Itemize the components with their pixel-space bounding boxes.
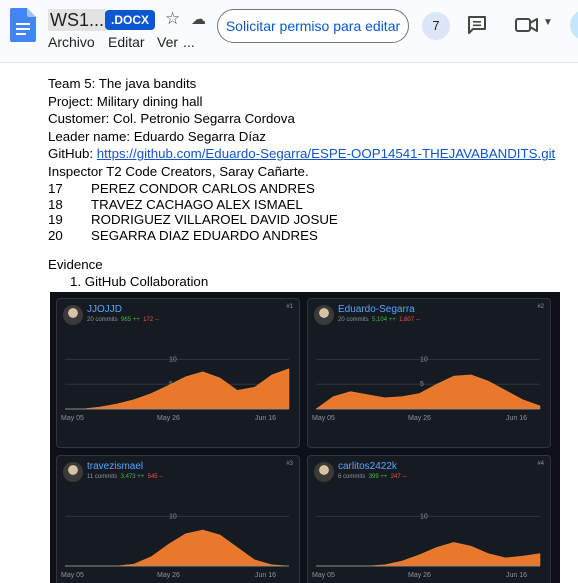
contribution-area bbox=[65, 529, 290, 567]
x-tick-label: May 26 bbox=[408, 572, 431, 579]
x-tick-label: May 05 bbox=[312, 572, 335, 579]
customer-line: Customer: Col. Petronio Segarra Cordova bbox=[48, 111, 295, 126]
menu-editar[interactable]: Editar bbox=[108, 34, 145, 50]
project-line: Project: Military dining hall bbox=[48, 94, 203, 109]
contribution-area bbox=[65, 368, 290, 410]
contributor-card: Eduardo-Segarra 20 commits 5,104 ++ 1,60… bbox=[307, 298, 551, 448]
contribution-chart: 105May 05May 26Jun 16 bbox=[61, 356, 290, 422]
x-tick-label: Jun 16 bbox=[255, 415, 276, 422]
github-contributors-image: JJOJJD 20 commits 965 ++ 172 -- #1 10 5 Ma… bbox=[50, 292, 560, 583]
y-tick-label: 10 bbox=[420, 356, 428, 363]
y-tick-label: 5 bbox=[420, 381, 424, 388]
contributor-stats: 11 commits 3,473 ++ 545 -- bbox=[87, 474, 164, 480]
leader-line: Leader name: Eduardo Segarra Díaz bbox=[48, 129, 267, 144]
contributor-rank: #1 bbox=[286, 304, 293, 310]
y-tick-label: 10 bbox=[169, 356, 177, 363]
contributor-username[interactable]: carlitos2422k bbox=[338, 461, 397, 472]
x-tick-label: Jun 16 bbox=[255, 572, 276, 579]
contributor-card: carlitos2422k 6 commits 399 ++ 247 -- #4… bbox=[307, 455, 551, 583]
contributor-avatar bbox=[63, 462, 83, 482]
github-label: GitHub: bbox=[48, 146, 97, 161]
x-tick-label: May 26 bbox=[408, 415, 431, 422]
contributor-rank: #2 bbox=[537, 304, 544, 310]
contribution-chart: 10 5 May 05 May 26 Jun 16 bbox=[312, 356, 541, 422]
x-tick-label: Jun 16 bbox=[506, 572, 527, 579]
contributor-avatar bbox=[314, 305, 334, 325]
comment-icon[interactable] bbox=[467, 15, 487, 35]
request-edit-permission-button[interactable]: Solicitar permiso para editar bbox=[217, 9, 409, 43]
inspector-line: Inspector T2 Code Creators, Saray Cañart… bbox=[48, 164, 309, 179]
member-row: 20 SEGARRA DIAZ EDUARDO ANDRES bbox=[48, 227, 318, 244]
evidence-heading: Evidence bbox=[48, 257, 103, 272]
contributor-rank: #3 bbox=[286, 461, 293, 467]
x-tick-label: May 26 bbox=[157, 572, 180, 579]
viewer-count-badge[interactable]: 7 bbox=[422, 12, 450, 40]
x-tick-label: May 26 bbox=[157, 415, 180, 422]
cloud-status-icon[interactable]: ☁ bbox=[191, 10, 206, 28]
github-line: GitHub: https://github.com/Eduardo-Segar… bbox=[48, 145, 555, 162]
contributor-card: JJOJJD 20 commits 965 ++ 172 -- #1 105Ma… bbox=[56, 298, 300, 448]
contributor-username[interactable]: JJOJJD bbox=[87, 304, 122, 315]
contributor-rank: #4 bbox=[537, 461, 544, 467]
x-tick-label: May 05 bbox=[61, 415, 84, 422]
y-tick-label: 10 bbox=[420, 513, 428, 520]
menu-ver[interactable]: Ver bbox=[157, 34, 178, 50]
x-tick-label: May 05 bbox=[61, 572, 84, 579]
contributor-stats: 20 commits 965 ++ 172 -- bbox=[87, 317, 159, 323]
account-avatar[interactable] bbox=[570, 10, 578, 40]
member-number: 20 bbox=[48, 228, 63, 243]
google-docs-icon[interactable] bbox=[10, 8, 36, 42]
member-name: PEREZ CONDOR CARLOS ANDRES bbox=[91, 181, 315, 196]
contributor-username[interactable]: travezismael bbox=[87, 461, 143, 472]
member-row: 19 RODRIGUEZ VILLAROEL DAVID JOSUE bbox=[48, 211, 338, 228]
contributor-stats: 20 commits 5,104 ++ 1,607 -- bbox=[338, 317, 420, 323]
github-link[interactable]: https://github.com/Eduardo-Segarra/ESPE-… bbox=[97, 146, 555, 161]
contribution-area bbox=[315, 374, 541, 410]
member-number: 19 bbox=[48, 212, 63, 227]
docx-badge: .DOCX bbox=[105, 10, 156, 30]
member-row: 17 PEREZ CONDOR CARLOS ANDRES bbox=[48, 180, 315, 197]
video-call-icon[interactable] bbox=[515, 17, 539, 33]
list-item: 1. GitHub Collaboration bbox=[70, 274, 209, 289]
x-tick-label: May 05 bbox=[312, 415, 335, 422]
menu-archivo[interactable]: Archivo bbox=[48, 34, 95, 50]
contributor-card: travezismael 11 commits 3,473 ++ 545 -- … bbox=[56, 455, 300, 583]
contribution-chart: 10 May 05 May 26 Jun 16 bbox=[312, 513, 541, 579]
contributor-username[interactable]: Eduardo-Segarra bbox=[338, 304, 415, 315]
x-tick-label: Jun 16 bbox=[506, 415, 527, 422]
menu-more[interactable]: ... bbox=[183, 34, 195, 50]
document-title[interactable]: WS1... bbox=[48, 9, 107, 31]
contributor-avatar bbox=[314, 462, 334, 482]
member-name: SEGARRA DIAZ EDUARDO ANDRES bbox=[91, 228, 318, 243]
document-canvas: Team 5: The java bandits Project: Milita… bbox=[0, 62, 578, 583]
contribution-chart: 10 May 05 May 26 Jun 16 bbox=[61, 513, 290, 579]
contributor-avatar bbox=[63, 305, 83, 325]
contributor-stats: 6 commits 399 ++ 247 -- bbox=[338, 474, 407, 480]
y-tick-label: 10 bbox=[169, 513, 177, 520]
member-name: RODRIGUEZ VILLAROEL DAVID JOSUE bbox=[91, 212, 338, 227]
docs-toolbar: WS1... .DOCX ☆ ☁ Archivo Editar Ver ... … bbox=[0, 0, 578, 62]
star-icon[interactable]: ☆ bbox=[165, 9, 180, 29]
member-number: 17 bbox=[48, 181, 63, 196]
team-line: Team 5: The java bandits bbox=[48, 76, 197, 91]
contribution-area bbox=[316, 542, 541, 567]
chevron-down-icon[interactable]: ▼ bbox=[543, 17, 553, 28]
member-name: TRAVEZ CACHAGO ALEX ISMAEL bbox=[91, 197, 303, 212]
